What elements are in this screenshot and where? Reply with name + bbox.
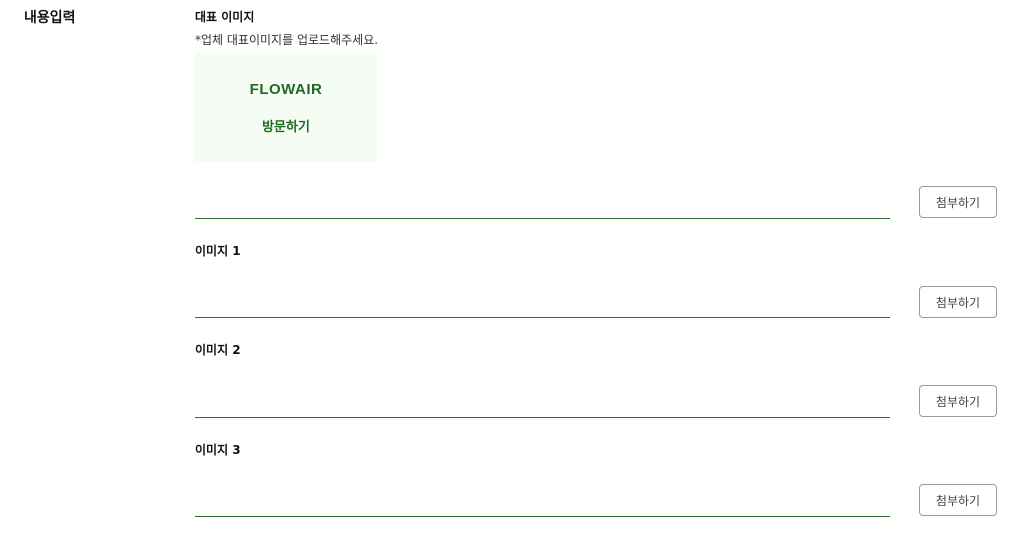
section-title: 내용입력 — [24, 10, 76, 26]
image-3-file-input[interactable] — [195, 488, 890, 517]
image-2-attach-button[interactable]: 첨부하기 — [919, 385, 997, 417]
image-2-label: 이미지 2 — [195, 343, 241, 357]
main-image-file-input[interactable] — [195, 190, 890, 219]
main-image-help-text: *업체 대표이미지를 업로드해주세요. — [195, 33, 379, 47]
main-image-attach-button[interactable]: 첨부하기 — [919, 186, 997, 218]
main-image-label: 대표 이미지 — [195, 10, 255, 24]
image-2-file-input[interactable] — [195, 389, 890, 418]
image-1-attach-button[interactable]: 첨부하기 — [919, 286, 997, 318]
image-1-file-input[interactable] — [195, 289, 890, 318]
image-3-label: 이미지 3 — [195, 443, 241, 457]
preview-visit-text: 방문하기 — [262, 120, 310, 135]
image-3-attach-button[interactable]: 첨부하기 — [919, 484, 997, 516]
main-image-preview: FLOWAIR 방문하기 — [195, 52, 377, 162]
preview-brand-text: FLOWAIR — [249, 81, 323, 98]
image-1-label: 이미지 1 — [195, 244, 241, 258]
